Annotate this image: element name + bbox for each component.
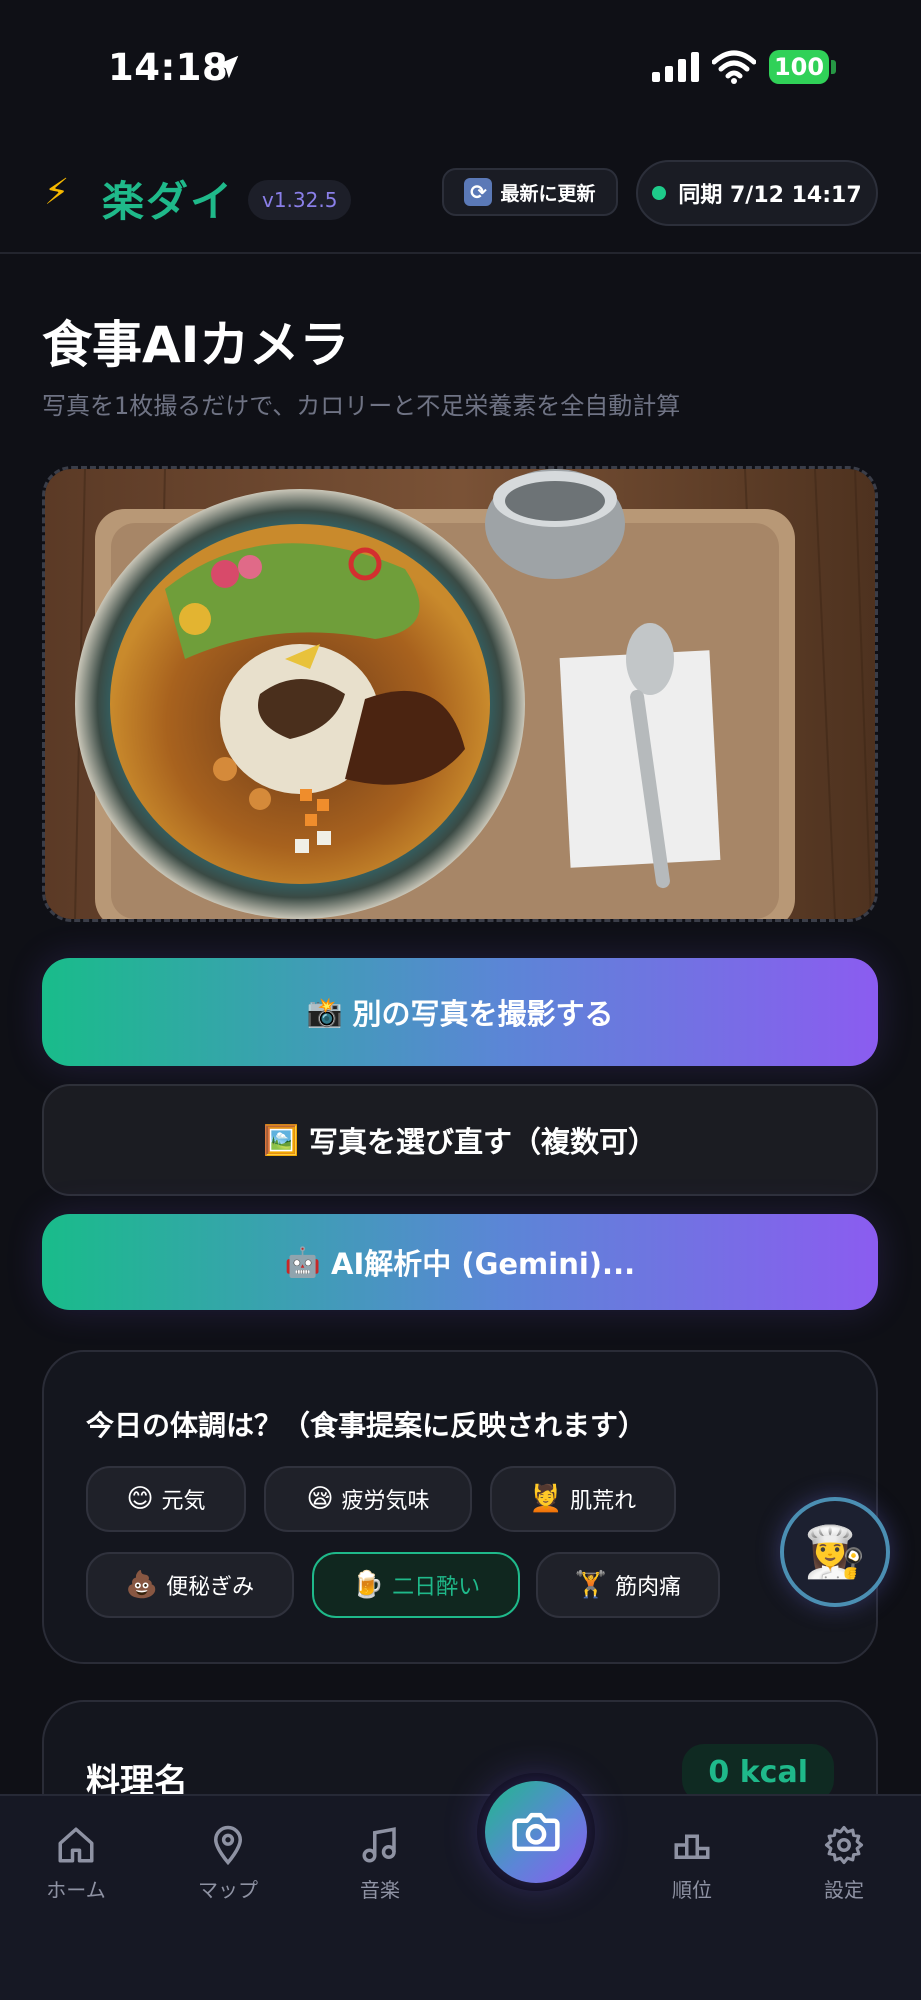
condition-chip-hangover[interactable]: 🍺 二日酔い: [312, 1552, 520, 1618]
chip-label: 二日酔い: [392, 1575, 481, 1600]
condition-card: 今日の体調は？（食事提案に反映されます） 😊 元気 😪 疲労気味 💆 肌荒れ 💩…: [42, 1350, 878, 1664]
choose-photo-button[interactable]: 🖼️ 写真を選び直す（複数可）: [42, 1084, 878, 1196]
take-photo-label: 別の写真を撮影する: [352, 997, 614, 1031]
choose-photo-label: 写真を選び直す（複数可）: [309, 1125, 658, 1159]
nav-label-home: ホーム: [46, 1878, 106, 1902]
nav-item-settings[interactable]: 設定: [784, 1824, 904, 1903]
condition-chip-genki[interactable]: 😊 元気: [86, 1466, 246, 1532]
weightlifter-icon: 🏋️: [574, 1570, 608, 1600]
page-title: 食事AIカメラ: [42, 316, 350, 374]
refresh-label: 最新に更新: [500, 182, 596, 205]
map-pin-icon: [213, 1825, 243, 1866]
condition-chip-constipation[interactable]: 💩 便秘ぎみ: [86, 1552, 294, 1618]
battery-tip: [831, 60, 836, 74]
wifi-icon: [712, 50, 756, 84]
condition-chip-fatigue[interactable]: 😪 疲労気味: [264, 1466, 472, 1532]
condition-chip-skin[interactable]: 💆 肌荒れ: [490, 1466, 676, 1532]
chip-label: 元気: [161, 1489, 206, 1514]
refresh-icon: ⟳: [464, 178, 493, 206]
nav-label-settings: 設定: [824, 1878, 864, 1902]
sync-status[interactable]: 同期 7/12 14:17: [636, 160, 878, 226]
home-icon: [58, 1827, 94, 1863]
ai-analyzing-button[interactable]: 🤖 AI解析中 (Gemini)...: [42, 1214, 878, 1310]
nav-label-ranking: 順位: [672, 1878, 712, 1902]
sync-status-dot: [652, 186, 667, 200]
location-arrow-icon: [215, 55, 239, 79]
poop-icon: 💩: [125, 1570, 159, 1600]
page-subtitle: 写真を1枚撮るだけで、カロリーと不足栄養素を全自動計算: [42, 392, 681, 420]
refresh-button[interactable]: ⟳ 最新に更新: [442, 168, 618, 216]
sleepy-icon: 😪: [306, 1484, 334, 1514]
camera-flash-icon: 📸: [306, 994, 343, 1029]
nav-item-home[interactable]: ホーム: [16, 1824, 136, 1903]
ai-analyzing-label: AI解析中 (Gemini)...: [331, 1247, 636, 1281]
bolt-icon: ⚡: [44, 172, 70, 213]
food-photo[interactable]: [42, 466, 878, 922]
bottom-nav: ホーム マップ 音楽 順位 設定: [0, 1794, 921, 2000]
battery-indicator: 100: [769, 50, 829, 84]
chef-assistant-button[interactable]: 👩‍🍳: [780, 1497, 890, 1607]
app-header: ⚡ 楽ダイ v1.32.5 ⟳ 最新に更新 同期 7/12 14:17: [0, 150, 921, 254]
take-photo-button[interactable]: 📸 別の写真を撮影する: [42, 958, 878, 1066]
cellular-signal-icon: [652, 52, 699, 82]
nav-label-map: マップ: [198, 1878, 258, 1902]
food-photo-illustration: [45, 469, 875, 919]
status-bar: 14:18 100: [0, 0, 921, 130]
nav-label-music: 音楽: [360, 1878, 400, 1902]
face-massage-icon: 💆: [529, 1484, 563, 1514]
nav-item-map[interactable]: マップ: [168, 1824, 288, 1903]
chef-icon: 👩‍🍳: [803, 1522, 867, 1581]
sync-label: 同期 7/12 14:17: [678, 183, 862, 208]
ranking-podium-icon: [674, 1834, 710, 1859]
beer-icon: 🍺: [351, 1570, 385, 1600]
status-time: 14:18: [108, 46, 229, 89]
gear-icon: [824, 1825, 864, 1865]
chip-label: 筋肉痛: [615, 1575, 682, 1600]
camera-fab-button[interactable]: [477, 1773, 595, 1891]
chip-label: 疲労気味: [341, 1489, 430, 1514]
app-name: 楽ダイ: [102, 177, 235, 226]
camera-fab-inner: [485, 1781, 587, 1883]
music-note-icon: [362, 1827, 396, 1863]
app-screen: 14:18 100 ⚡ 楽ダイ v1.32.5 ⟳ 最新に更新 同期 7/12 …: [0, 0, 921, 2000]
camera-icon: [512, 1812, 560, 1852]
condition-chip-muscle-pain[interactable]: 🏋️ 筋肉痛: [536, 1552, 720, 1618]
chip-label: 肌荒れ: [570, 1489, 637, 1514]
nav-item-ranking[interactable]: 順位: [632, 1824, 752, 1903]
smile-icon: 😊: [126, 1484, 154, 1514]
version-badge: v1.32.5: [248, 180, 352, 220]
condition-title: 今日の体調は？（食事提案に反映されます）: [86, 1409, 647, 1442]
nav-item-music[interactable]: 音楽: [320, 1824, 440, 1903]
robot-icon: 🤖: [284, 1244, 321, 1279]
chip-label: 便秘ぎみ: [166, 1575, 255, 1600]
picture-icon: 🖼️: [262, 1122, 300, 1157]
